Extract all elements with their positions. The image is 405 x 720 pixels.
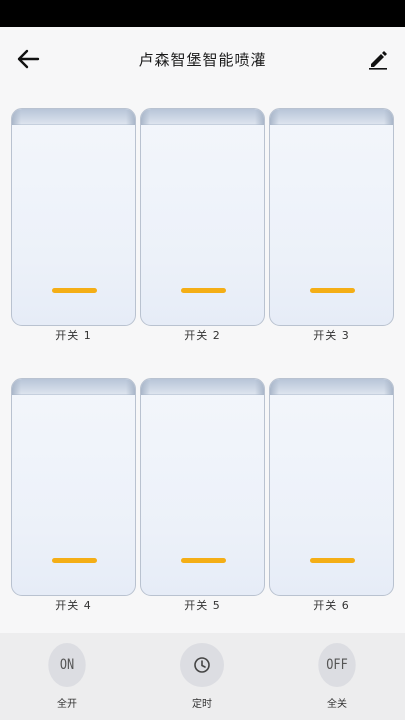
switch-indicator bbox=[52, 288, 97, 293]
back-button[interactable] bbox=[10, 43, 46, 75]
switch-body[interactable] bbox=[11, 108, 136, 326]
switch-label: 开关 4 bbox=[55, 599, 92, 612]
switch-label: 开关 5 bbox=[184, 599, 221, 612]
switch-body[interactable] bbox=[269, 378, 394, 596]
timer-button[interactable]: 定时 bbox=[167, 643, 237, 715]
switch-label: 开关 3 bbox=[313, 329, 350, 342]
all-off-label: 全关 bbox=[327, 699, 347, 710]
switch-cap bbox=[141, 109, 264, 125]
switch-indicator bbox=[52, 558, 97, 563]
switch-indicator bbox=[181, 288, 226, 293]
switch-cap bbox=[270, 379, 393, 395]
switch-label: 开关 2 bbox=[184, 329, 221, 342]
switch-indicator bbox=[310, 288, 355, 293]
all-on-button[interactable]: ON 全开 bbox=[32, 643, 102, 715]
switch-indicator bbox=[181, 558, 226, 563]
switch-cap bbox=[12, 379, 135, 395]
timer-label: 定时 bbox=[192, 699, 212, 710]
arrow-left-icon bbox=[17, 49, 40, 69]
switch-label: 开关 1 bbox=[55, 329, 92, 342]
status-bar bbox=[0, 0, 405, 27]
bottom-action-bar: ON 全开 定时 OFF 全关 bbox=[0, 633, 405, 720]
switch-indicator bbox=[310, 558, 355, 563]
switch-cap bbox=[141, 379, 264, 395]
pencil-icon bbox=[369, 51, 387, 70]
switch-body[interactable] bbox=[140, 378, 265, 596]
switch-body[interactable] bbox=[269, 108, 394, 326]
switch-cap bbox=[270, 109, 393, 125]
switch-label: 开关 6 bbox=[313, 599, 350, 612]
timer-icon-circle[interactable] bbox=[180, 643, 224, 687]
all-off-button[interactable]: OFF 全关 bbox=[302, 643, 372, 715]
edit-button[interactable] bbox=[362, 43, 394, 75]
header: 卢森智堡智能喷灌 bbox=[0, 27, 405, 93]
page-title: 卢森智堡智能喷灌 bbox=[138, 51, 267, 69]
on-icon[interactable]: ON bbox=[48, 643, 86, 687]
clock-icon bbox=[194, 657, 210, 673]
switch-body[interactable] bbox=[140, 108, 265, 326]
switch-body[interactable] bbox=[11, 378, 136, 596]
switch-cap bbox=[12, 109, 135, 125]
all-on-label: 全开 bbox=[57, 699, 77, 710]
off-icon[interactable]: OFF bbox=[318, 643, 356, 687]
